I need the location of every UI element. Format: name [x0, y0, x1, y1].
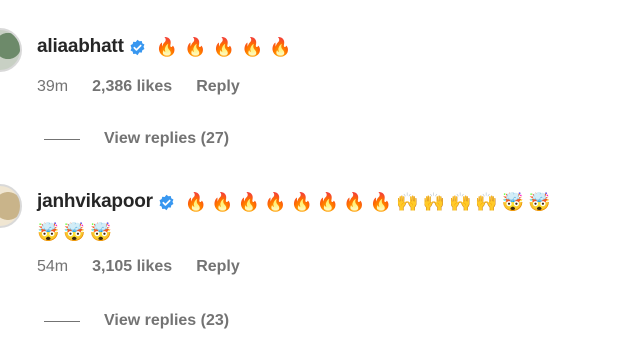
verified-badge-icon [159, 194, 174, 210]
comment-text: 🔥🔥🔥🔥🔥🔥🔥🔥🙌🙌🙌🙌🤯🤯 [184, 191, 555, 212]
timestamp: 39m [37, 78, 69, 95]
verified-badge-icon [130, 39, 145, 55]
view-replies-label: View replies (27) [104, 130, 230, 147]
view-replies-button[interactable]: View replies (27) [44, 130, 229, 148]
avatar[interactable] [0, 28, 22, 72]
comment-text: 🔥🔥🔥🔥🔥 [155, 36, 298, 57]
reply-button[interactable]: Reply [196, 258, 240, 276]
timestamp: 54m [37, 258, 69, 275]
username[interactable]: janhvikapoor [37, 191, 153, 213]
reply-button[interactable]: Reply [196, 78, 240, 96]
comment-header: aliaabhatt 🔥🔥🔥🔥🔥 [37, 36, 298, 58]
comment-text-continued: 🤯🤯🤯 [37, 222, 117, 242]
comment-meta: 39m 2,386 likes Reply [37, 78, 264, 96]
view-replies-label: View replies (23) [104, 312, 230, 329]
comment-header: janhvikapoor 🔥🔥🔥🔥🔥🔥🔥🔥🙌🙌🙌🙌🤯🤯 [37, 191, 555, 213]
username[interactable]: aliaabhatt [37, 36, 124, 58]
likes-count[interactable]: 3,105 likes [92, 258, 172, 276]
avatar[interactable] [0, 184, 22, 228]
divider [44, 320, 80, 322]
divider [44, 138, 80, 140]
likes-count[interactable]: 2,386 likes [92, 78, 172, 96]
comment-meta: 54m 3,105 likes Reply [37, 258, 264, 276]
view-replies-button[interactable]: View replies (23) [44, 312, 229, 330]
